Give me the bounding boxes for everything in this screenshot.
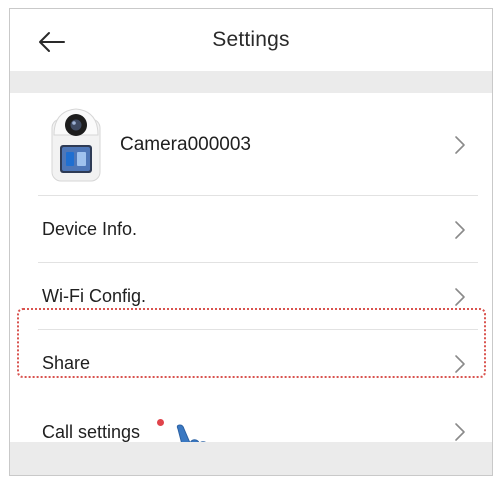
arrow-left-icon xyxy=(39,32,65,52)
chevron-right-icon xyxy=(455,354,465,373)
device-name: Camera000003 xyxy=(120,133,251,155)
share-label: Share xyxy=(42,353,91,373)
camera-device-icon xyxy=(51,108,101,182)
wifi-config-label: Wi-Fi Config. xyxy=(42,286,147,306)
share-row[interactable]: Share xyxy=(10,330,492,397)
chevron-right-icon xyxy=(455,220,465,239)
section-divider-bottom xyxy=(10,442,492,475)
call-settings-label: Call settings xyxy=(42,421,141,442)
wifi-config-row[interactable]: Wi-Fi Config. xyxy=(10,263,492,330)
new-badge-dot xyxy=(157,419,164,426)
header-bar: Settings xyxy=(10,9,492,71)
chevron-right-icon xyxy=(455,287,465,306)
page-title: Settings xyxy=(212,28,290,51)
device-info-row[interactable]: Device Info. xyxy=(10,196,492,263)
back-button[interactable] xyxy=(32,25,72,59)
chevron-right-icon xyxy=(455,423,465,441)
settings-list: Camera000003 Device Info. Wi-Fi Config. … xyxy=(10,93,492,474)
settings-screen: Settings Camera000003 Device Info. Wi-Fi… xyxy=(9,8,493,476)
device-info-label: Device Info. xyxy=(42,219,138,239)
chevron-right-icon xyxy=(455,135,465,154)
device-row[interactable]: Camera000003 xyxy=(10,93,492,196)
section-divider-top xyxy=(10,71,492,93)
